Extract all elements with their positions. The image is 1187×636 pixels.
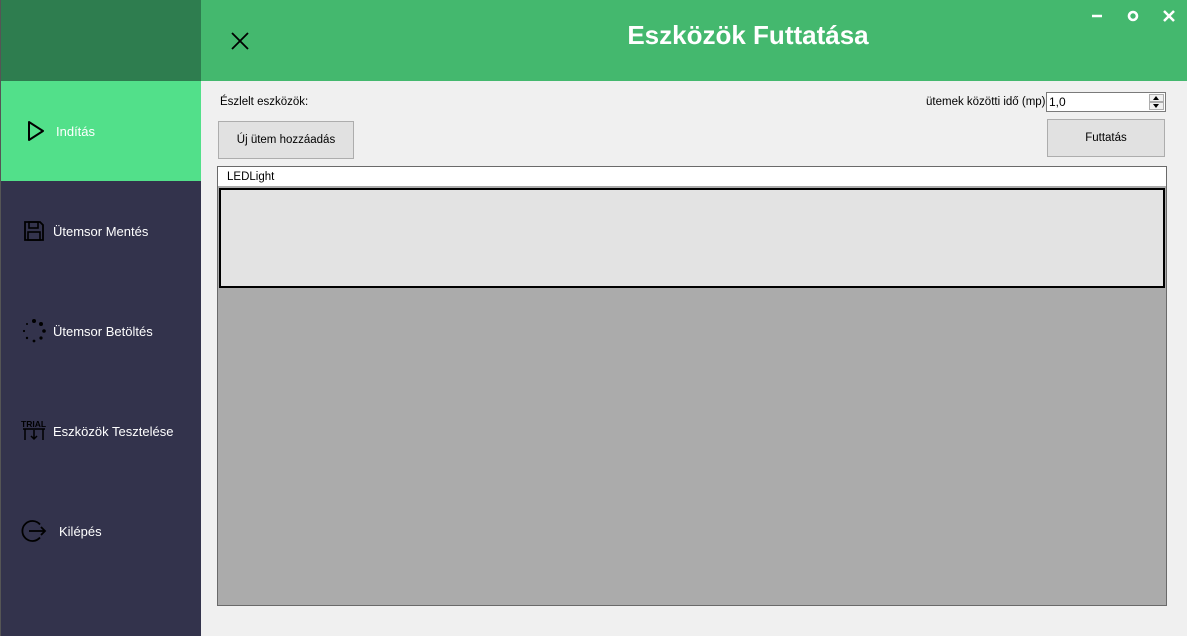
window-close-icon[interactable] [1159,6,1179,26]
sidebar-item-save-schedule[interactable]: Ütemsor Mentés [1,181,202,281]
save-icon [21,218,47,244]
device-name: LEDLight [227,171,275,183]
stepper-up-icon[interactable] [1149,94,1164,102]
trial-icon: TRIAL [21,418,47,444]
svg-text:TRIAL: TRIAL [21,419,46,429]
sidebar-item-start[interactable]: Indítás [1,81,202,181]
sidebar-item-label: Ütemsor Betöltés [53,323,153,339]
device-column-header: LEDLight [218,167,1166,187]
interval-label: ütemek közötti idő (mp) [926,96,1046,108]
main-content: Észlelt eszközök: Új ütem hozzáadás ütem… [201,81,1187,636]
loading-icon [21,318,47,344]
interval-input[interactable] [1047,93,1150,111]
add-step-button[interactable]: Új ütem hozzáadás [218,121,354,159]
devices-panel: LEDLight [217,166,1167,606]
play-icon [23,118,49,144]
run-button[interactable]: Futtatás [1047,119,1165,157]
sidebar-item-label: Indítás [56,123,96,139]
sidebar-item-exit[interactable]: Kilépés [1,481,202,581]
sidebar-item-label: Kilépés [59,523,102,539]
page-title: Eszközök Futtatása [627,20,869,50]
sidebar-logo-area [1,0,202,81]
sidebar-item-label: Eszközök Tesztelése [53,423,174,439]
header-bar: Eszközök Futtatása [201,0,1187,81]
logout-icon [21,518,47,544]
stepper-down-icon[interactable] [1149,102,1164,110]
interval-stepper[interactable] [1046,92,1166,112]
sidebar-item-test-devices[interactable]: TRIAL Eszközök Tesztelése [1,381,202,481]
detected-devices-label: Észlelt eszközök: [220,96,309,108]
sidebar-item-label: Ütemsor Mentés [53,223,149,239]
sidebar-item-load-schedule[interactable]: Ütemsor Betöltés [1,281,202,381]
sidebar: Indítás Ütemsor Mentés Ütemsor Betöltés [0,0,202,636]
minimize-icon[interactable] [1087,6,1107,26]
device-step-row[interactable] [219,188,1165,288]
maximize-icon[interactable] [1123,6,1143,26]
